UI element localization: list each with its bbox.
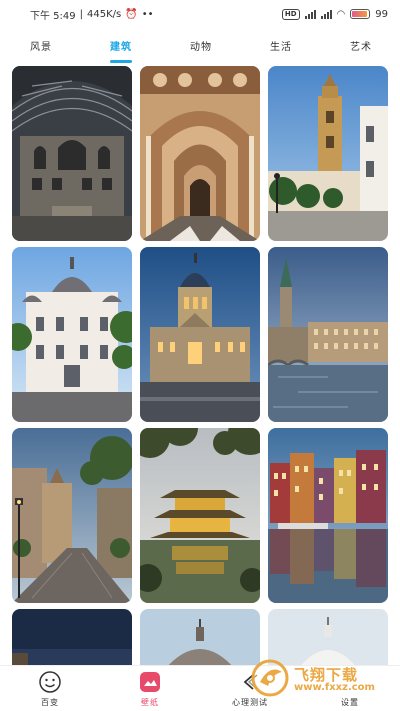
network-speed: 445K/s bbox=[87, 8, 122, 20]
tab-life[interactable]: 生活 bbox=[270, 34, 292, 60]
smiley-face-icon bbox=[37, 669, 63, 695]
river-city-image bbox=[268, 247, 388, 422]
domed-cathedral-image bbox=[140, 247, 260, 422]
status-divider: | bbox=[79, 8, 84, 20]
wallpaper-thumbnail[interactable] bbox=[12, 66, 132, 241]
wallpaper-thumbnail[interactable] bbox=[140, 247, 260, 422]
wallpaper-icon bbox=[137, 669, 163, 695]
wallpaper-thumbnail[interactable] bbox=[268, 66, 388, 241]
wallpaper-thumbnail[interactable] bbox=[140, 66, 260, 241]
watermark-name: 飞翔下载 bbox=[294, 665, 359, 684]
nav-item-wallpaper[interactable]: 壁纸 bbox=[110, 669, 190, 708]
dome-roof-image bbox=[140, 609, 260, 669]
nav-label: 百变 bbox=[41, 698, 59, 707]
tab-architecture[interactable]: 建筑 bbox=[110, 34, 132, 60]
canal-houses-image bbox=[268, 428, 388, 603]
alarm-icon: ⏰ bbox=[125, 8, 138, 20]
wallpaper-thumbnail[interactable] bbox=[12, 609, 132, 669]
nav-item-variety[interactable]: 百变 bbox=[10, 669, 90, 708]
wallpaper-thumbnail[interactable] bbox=[140, 609, 260, 669]
nav-label: 壁纸 bbox=[141, 698, 159, 707]
battery-percent: 99 bbox=[375, 8, 388, 20]
tab-scenery[interactable]: 风景 bbox=[30, 34, 52, 60]
cobblestone-street-image bbox=[12, 428, 132, 603]
site-watermark: 飞翔下载 www.fxxz.com bbox=[250, 658, 392, 702]
signal-icon bbox=[304, 9, 316, 19]
wifi-icon: ◠ bbox=[336, 8, 346, 20]
wallpaper-grid bbox=[12, 66, 388, 669]
wallpaper-thumbnail[interactable] bbox=[268, 247, 388, 422]
white-palace-image bbox=[12, 247, 132, 422]
status-time: 下午 5:49 bbox=[30, 10, 76, 22]
wallpaper-thumbnail[interactable] bbox=[140, 428, 260, 603]
hd-badge: HD bbox=[281, 8, 300, 20]
wallpaper-thumbnail[interactable] bbox=[268, 428, 388, 603]
arcade-corridor-image bbox=[140, 66, 260, 241]
night-sky-image bbox=[12, 609, 132, 669]
status-bar: 下午 5:49 | 445K/s ⏰ •• HD ◠ 99 bbox=[0, 0, 400, 28]
museum-hall-image bbox=[12, 66, 132, 241]
status-dots: •• bbox=[141, 8, 154, 20]
wallpaper-thumbnail[interactable] bbox=[12, 247, 132, 422]
tab-animals[interactable]: 动物 bbox=[190, 34, 212, 60]
watermark-url: www.fxxz.com bbox=[294, 681, 375, 693]
golden-pagoda-image bbox=[140, 428, 260, 603]
signal-2-icon bbox=[320, 9, 332, 19]
watermark-logo-icon bbox=[250, 658, 290, 702]
category-tabs: 风景 建筑 动物 生活 艺术 bbox=[0, 34, 400, 60]
bell-tower-image bbox=[268, 66, 388, 241]
battery-icon bbox=[350, 9, 371, 19]
tab-art[interactable]: 艺术 bbox=[350, 34, 372, 60]
wallpaper-thumbnail[interactable] bbox=[12, 428, 132, 603]
